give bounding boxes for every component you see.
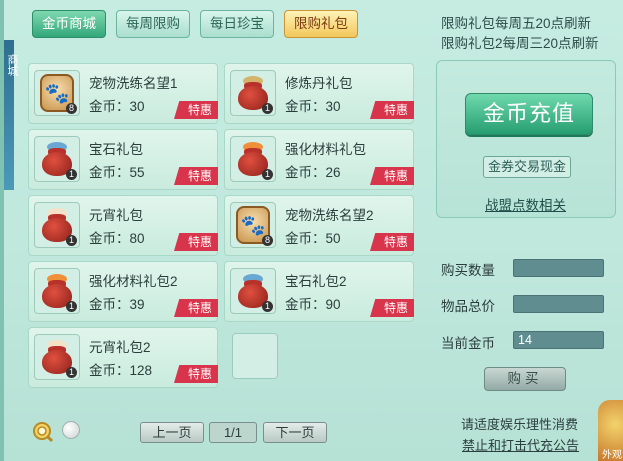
empty-item-slot <box>232 333 278 379</box>
item-quantity: 1 <box>65 367 77 378</box>
item-price: 金币：90 <box>285 297 341 312</box>
refresh-notice-line1: 限购礼包每周五20点刷新 <box>441 16 592 31</box>
tab-gold-mall[interactable]: 金币商城 <box>32 10 106 38</box>
item-card[interactable]: 1 修炼丹礼包 金币：30 特惠 <box>224 63 414 124</box>
total-price-field <box>513 295 604 313</box>
current-gold-field: 14 <box>513 331 604 349</box>
item-name: 元宵礼包2 <box>89 340 151 355</box>
discount-tag: 特惠 <box>370 101 414 119</box>
buy-button[interactable]: 购买 <box>484 367 566 391</box>
item-slot: 1 <box>34 202 80 248</box>
item-price: 金币：128 <box>89 363 153 378</box>
discount-tag: 特惠 <box>174 101 218 119</box>
recharge-panel: 金币充值 金券交易现金 战盟点数相关 <box>436 60 616 218</box>
toggle-dot-button[interactable] <box>62 421 80 439</box>
item-name: 元宵礼包 <box>89 208 143 223</box>
discount-tag: 特惠 <box>174 299 218 317</box>
item-slot: 1 <box>230 70 276 116</box>
item-name: 强化材料礼包2 <box>89 274 178 289</box>
item-name: 修炼丹礼包 <box>285 76 353 91</box>
item-quantity: 1 <box>65 235 77 246</box>
item-price: 金币：30 <box>285 99 341 114</box>
gold-recharge-button[interactable]: 金币充值 <box>465 93 593 135</box>
item-price: 金币：50 <box>285 231 341 246</box>
item-quantity: 1 <box>65 169 77 180</box>
next-page-button[interactable]: 下一页 <box>263 422 327 443</box>
discount-tag: 特惠 <box>370 233 414 251</box>
shop-window: 商城 金币商城 每周限购 每日珍宝 限购礼包 限购礼包每周五20点刷新 限购礼包… <box>0 0 623 461</box>
quantity-label: 购买数量 <box>441 263 495 278</box>
alliance-points-link[interactable]: 战盟点数相关 <box>485 194 566 214</box>
item-name: 强化材料礼包 <box>285 142 366 157</box>
item-card[interactable]: 1 强化材料礼包 金币：26 特惠 <box>224 129 414 190</box>
appearance-corner-text: 外观 <box>602 450 622 461</box>
item-quantity: 1 <box>65 301 77 312</box>
item-price: 金币：80 <box>89 231 145 246</box>
item-name: 宠物洗练名望1 <box>89 76 178 91</box>
coupon-exchange-button[interactable]: 金券交易现金 <box>483 156 571 178</box>
appearance-corner-icon[interactable]: 外观 <box>598 400 623 461</box>
tab-bar: 金币商城 每周限购 每日珍宝 限购礼包 <box>32 10 358 38</box>
anti-proxy-recharge-link[interactable]: 禁止和打击代充公告 <box>462 435 579 454</box>
item-slot: 1 <box>34 268 80 314</box>
item-card[interactable]: 1 宝石礼包 金币：55 特惠 <box>28 129 218 190</box>
item-price: 金币：55 <box>89 165 145 180</box>
item-slot: 🐾 8 <box>230 202 276 248</box>
discount-tag: 特惠 <box>174 365 218 383</box>
moderate-play-notice: 请适度娱乐理性消费 <box>461 417 579 432</box>
item-quantity: 1 <box>261 103 273 114</box>
quantity-field[interactable] <box>513 259 604 277</box>
refresh-notice: 限购礼包每周五20点刷新 限购礼包2每周三20点刷新 <box>441 14 599 54</box>
item-name: 宝石礼包 <box>89 142 143 157</box>
item-quantity: 8 <box>65 103 77 114</box>
prev-page-button[interactable]: 上一页 <box>140 422 204 443</box>
item-slot: 🐾 8 <box>34 70 80 116</box>
item-slot: 1 <box>230 136 276 182</box>
search-icon[interactable] <box>32 421 54 443</box>
page-indicator: 1/1 <box>209 422 257 443</box>
item-price: 金币：30 <box>89 99 145 114</box>
item-quantity: 1 <box>261 169 273 180</box>
tab-daily-treasure[interactable]: 每日珍宝 <box>200 10 274 38</box>
item-card[interactable]: 🐾 8 宠物洗练名望1 金币：30 特惠 <box>28 63 218 124</box>
item-price: 金币：26 <box>285 165 341 180</box>
discount-tag: 特惠 <box>370 167 414 185</box>
total-price-label: 物品总价 <box>441 299 495 314</box>
current-gold-label: 当前金币 <box>441 336 495 351</box>
left-side-decoration: 商城 <box>4 40 18 190</box>
item-name: 宠物洗练名望2 <box>285 208 374 223</box>
discount-tag: 特惠 <box>174 233 218 251</box>
tab-limited-gift[interactable]: 限购礼包 <box>284 10 358 38</box>
tab-weekly-limited[interactable]: 每周限购 <box>116 10 190 38</box>
left-side-text: 商城 <box>6 54 18 76</box>
empty-item-card <box>224 327 414 388</box>
item-quantity: 8 <box>261 235 273 246</box>
item-quantity: 1 <box>261 301 273 312</box>
item-card[interactable]: 🐾 8 宠物洗练名望2 金币：50 特惠 <box>224 195 414 256</box>
item-card[interactable]: 1 元宵礼包 金币：80 特惠 <box>28 195 218 256</box>
item-slot: 1 <box>34 334 80 380</box>
item-price: 金币：39 <box>89 297 145 312</box>
item-card[interactable]: 1 元宵礼包2 金币：128 特惠 <box>28 327 218 388</box>
item-card[interactable]: 1 宝石礼包2 金币：90 特惠 <box>224 261 414 322</box>
refresh-notice-line2: 限购礼包2每周三20点刷新 <box>441 36 599 51</box>
item-slot: 1 <box>230 268 276 314</box>
item-card[interactable]: 1 强化材料礼包2 金币：39 特惠 <box>28 261 218 322</box>
item-name: 宝石礼包2 <box>285 274 347 289</box>
discount-tag: 特惠 <box>370 299 414 317</box>
item-slot: 1 <box>34 136 80 182</box>
discount-tag: 特惠 <box>174 167 218 185</box>
